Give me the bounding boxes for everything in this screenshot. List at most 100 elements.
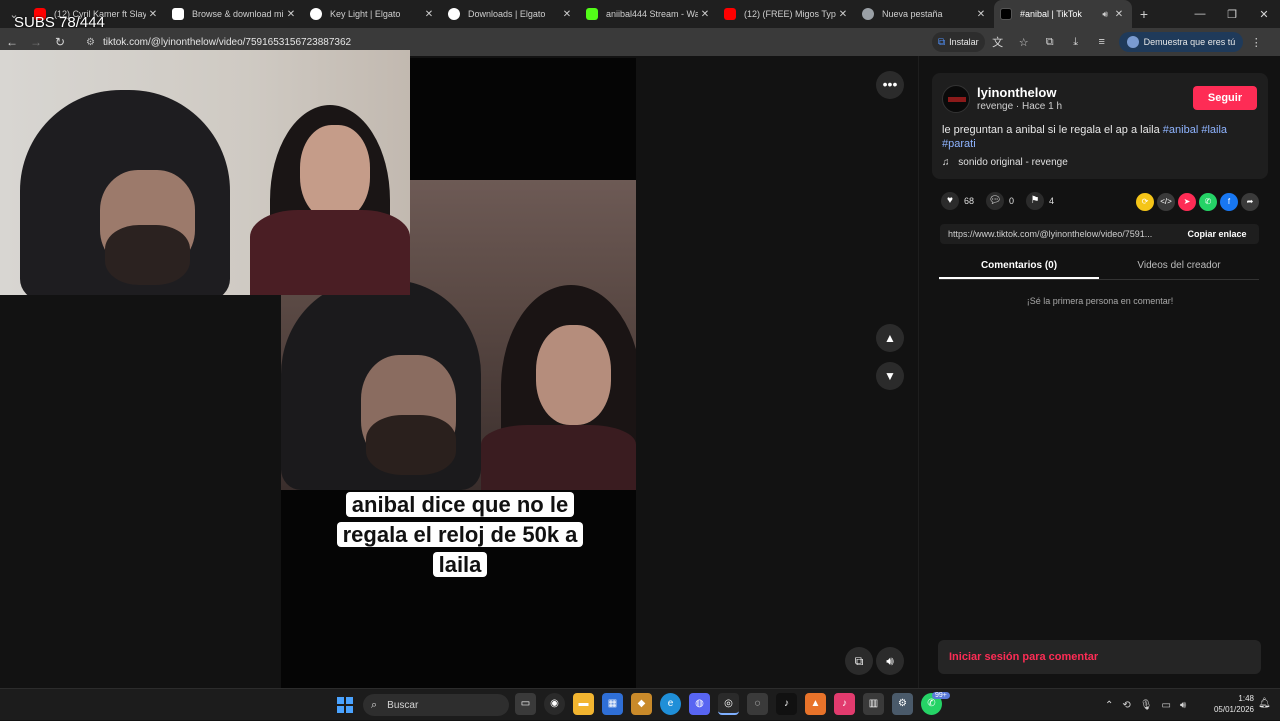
windows-start-icon[interactable] (337, 697, 353, 713)
new-tab-icon[interactable]: + (1132, 6, 1156, 22)
taskbar-search-label: Buscar (387, 699, 419, 711)
extensions-icon[interactable]: ⧉ (1037, 36, 1063, 49)
hashtag-link[interactable]: #laila (1201, 124, 1227, 136)
follow-button[interactable]: Seguir (1193, 86, 1257, 110)
caption-line: regala el reloj de 50k a (336, 522, 584, 547)
translate-icon[interactable]: 文 (985, 34, 1011, 50)
app-bars-icon[interactable]: ▥ (863, 693, 884, 715)
notification-bell-icon[interactable]: 🔔︎ (1258, 698, 1271, 709)
browser-tab[interactable]: Browse & download millio ✕ (166, 0, 304, 28)
taskbar-apps: ▭ ◉ ▬ ▦ ◆ e ◍ ◎ ◌ ♪ ▲ ♪ ▥ ⚙ ✆ (515, 693, 942, 715)
like-stat[interactable]: ♥ 68 (941, 192, 974, 210)
store-icon[interactable]: ▦ (602, 693, 623, 715)
obs-app-icon[interactable]: ◉ (544, 693, 565, 715)
elgato-favicon-icon (448, 8, 460, 20)
whatsapp-icon[interactable]: ✆ (1199, 193, 1217, 211)
tab-close-icon[interactable]: ✕ (974, 9, 988, 20)
facebook-icon[interactable]: f (1220, 193, 1238, 211)
previous-video-icon[interactable]: ▲ (876, 324, 904, 352)
window-controls: — ❐ ✕ (1184, 8, 1280, 21)
forward-icon[interactable]: → (24, 35, 48, 49)
repost-icon[interactable]: ⟳ (1136, 193, 1154, 211)
profile-button[interactable]: Demuestra que eres tú (1118, 32, 1244, 52)
more-options-icon[interactable]: ••• (876, 71, 904, 99)
speaker-icon[interactable]: 🔊︎ (1180, 700, 1186, 711)
task-view-icon[interactable]: ▭ (515, 693, 536, 715)
browser-tab[interactable]: aniibal444 Stream - Watc ✕ (580, 0, 718, 28)
sync-icon[interactable]: ⟲ (1122, 700, 1130, 711)
chrome-icon[interactable]: ◎ (718, 693, 739, 715)
save-stat[interactable]: ⚑ 4 (1026, 192, 1054, 210)
tiktok-app-icon[interactable]: ♪ (776, 693, 797, 715)
bookmark-icon[interactable]: ⚑ (1026, 192, 1045, 210)
tab-close-icon[interactable]: ✕ (560, 9, 574, 20)
tab-close-icon[interactable]: ✕ (146, 9, 160, 20)
tab-close-icon[interactable]: ✕ (284, 9, 298, 20)
app-triangle-icon[interactable]: ▲ (805, 693, 826, 715)
browser-tab-active[interactable]: #anibal | TikTok 🔊︎ ✕ (994, 0, 1132, 28)
edge-icon[interactable]: e (660, 693, 681, 715)
tab-title: Nueva pestaña (882, 9, 943, 19)
chrome-favicon-icon (862, 8, 874, 20)
app-circle-icon[interactable]: ◌ (747, 693, 768, 715)
clock-date: 05/01/2026 (1213, 705, 1254, 714)
display-icon[interactable]: ▭ (1161, 700, 1170, 711)
taskbar-search[interactable]: ⌕ Buscar (363, 694, 509, 716)
browser-tab[interactable]: (12) (FREE) Migos Type Be ✕ (718, 0, 856, 28)
media-queue-icon[interactable]: ≡ (1089, 36, 1115, 48)
hashtag-link[interactable]: #anibal (1163, 124, 1198, 136)
kick-favicon-icon (586, 8, 598, 20)
share-link-text[interactable]: https://www.tiktok.com/@lyinonthelow/vid… (940, 229, 1175, 239)
close-window-icon[interactable]: ✕ (1248, 8, 1280, 21)
sound-link[interactable]: ♫ sonido original - revenge (942, 157, 1068, 168)
tray-overflow-icon[interactable]: ⌃ (1105, 700, 1113, 711)
tab-creator-videos[interactable]: Videos del creador (1099, 254, 1259, 279)
back-icon[interactable]: ← (0, 35, 24, 49)
hashtag-link[interactable]: #parati (942, 138, 976, 150)
browser-menu-icon[interactable]: ⋮ (1243, 36, 1269, 49)
tab-close-icon[interactable]: ✕ (1112, 9, 1126, 20)
restore-icon[interactable]: ❐ (1216, 8, 1248, 21)
send-icon[interactable]: ➤ (1178, 193, 1196, 211)
comment-stat[interactable]: 💬︎ 0 (986, 192, 1014, 210)
tab-comments[interactable]: Comentarios (0) (939, 254, 1099, 279)
install-button[interactable]: ⧉ Instalar (932, 32, 985, 52)
browser-tab[interactable]: Nueva pestaña ✕ (856, 0, 994, 28)
site-info-icon[interactable]: ⚙ (86, 37, 95, 48)
reload-icon[interactable]: ↻ (48, 35, 72, 49)
copy-link-button[interactable]: Copiar enlace (1175, 229, 1259, 239)
tiktok-favicon-icon (1000, 8, 1012, 20)
volume-icon[interactable]: 🔊︎ (876, 647, 904, 675)
embed-icon[interactable]: </> (1157, 193, 1175, 211)
bookmark-star-icon[interactable]: ☆ (1011, 36, 1037, 49)
url-text: tiktok.com/@lyinonthelow/video/759165315… (102, 36, 352, 48)
description-text: le preguntan a anibal si le regala el ap… (942, 124, 1160, 136)
creator-username[interactable]: lyinonthelow (977, 85, 1056, 100)
downloads-icon[interactable]: ⤓ (1063, 36, 1089, 49)
picture-in-picture-icon[interactable]: ⧉ (845, 647, 873, 675)
next-video-icon[interactable]: ▼ (876, 362, 904, 390)
webcam-figure-face (300, 125, 370, 220)
creator-avatar[interactable] (942, 85, 970, 113)
file-explorer-icon[interactable]: ▬ (573, 693, 594, 715)
minimize-icon[interactable]: — (1184, 8, 1216, 21)
discord-icon[interactable]: ◍ (689, 693, 710, 715)
tab-close-icon[interactable]: ✕ (422, 9, 436, 20)
post-subline: revenge · Hace 1 h (977, 101, 1063, 112)
video-figure-top (481, 425, 636, 490)
settings-icon[interactable]: ⚙ (892, 693, 913, 715)
browser-tab[interactable]: Downloads | Elgato ✕ (442, 0, 580, 28)
tab-close-icon[interactable]: ✕ (836, 9, 850, 20)
microphone-icon[interactable]: 🎙︎ (1140, 700, 1153, 711)
share-arrow-icon[interactable]: ➦ (1241, 193, 1259, 211)
comment-icon[interactable]: 💬︎ (986, 192, 1005, 210)
login-to-comment-button[interactable]: Iniciar sesión para comentar (938, 640, 1261, 674)
tiktok-studio-icon[interactable]: ♪ (834, 693, 855, 715)
heart-icon[interactable]: ♥ (941, 192, 959, 210)
install-label: Instalar (949, 37, 979, 47)
system-clock[interactable]: 1:48 05/01/2026 (1206, 693, 1254, 715)
app-shield-icon[interactable]: ◆ (631, 693, 652, 715)
tab-audio-icon[interactable]: 🔊︎ (1102, 9, 1108, 20)
tab-close-icon[interactable]: ✕ (698, 9, 712, 20)
browser-tab[interactable]: Key Light | Elgato ✕ (304, 0, 442, 28)
